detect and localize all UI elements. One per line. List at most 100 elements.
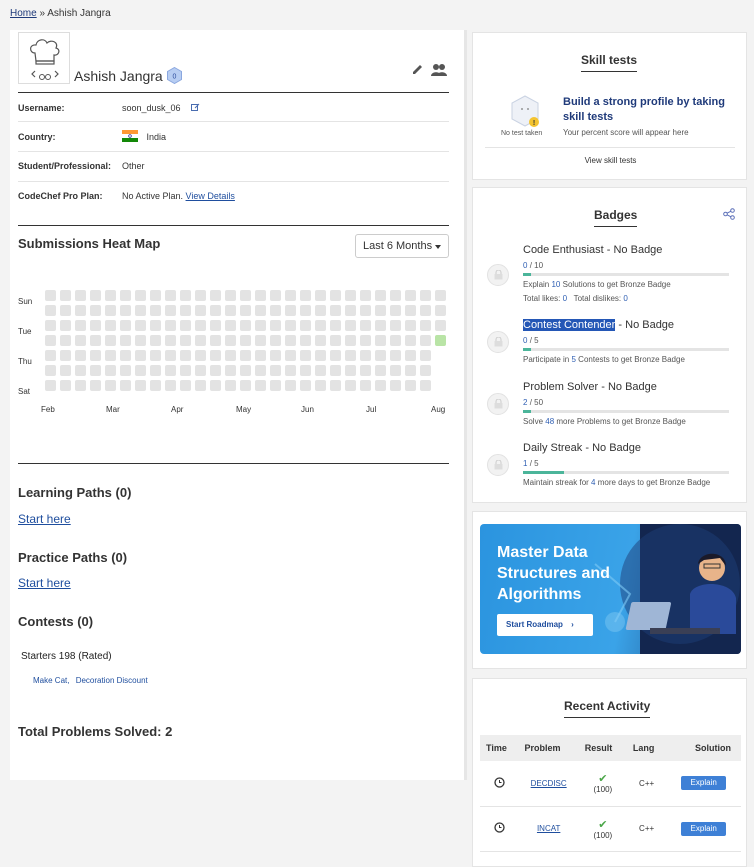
heatmap-cell[interactable] (435, 305, 446, 316)
heatmap-cell[interactable] (195, 365, 206, 376)
heatmap-cell[interactable] (195, 305, 206, 316)
heatmap-cell[interactable] (75, 305, 86, 316)
heatmap-cell[interactable] (300, 365, 311, 376)
edit-profile-icon[interactable] (411, 63, 424, 79)
breadcrumb-home-link[interactable]: Home (10, 8, 37, 19)
heatmap-cell[interactable] (120, 305, 131, 316)
heatmap-cell[interactable] (90, 320, 101, 331)
heatmap-cell[interactable] (420, 305, 431, 316)
heatmap-cell[interactable] (180, 350, 191, 361)
dsa-promo-banner[interactable]: Master Data Structures and Algorithms St… (480, 524, 741, 654)
heatmap-cell[interactable] (90, 290, 101, 301)
view-skill-tests-link[interactable]: View skill tests (473, 156, 748, 165)
heatmap-cell[interactable] (240, 290, 251, 301)
heatmap-cell[interactable] (165, 305, 176, 316)
heatmap-cell[interactable] (315, 335, 326, 346)
heatmap-cell[interactable] (105, 350, 116, 361)
heatmap-cell[interactable] (210, 365, 221, 376)
heatmap-cell[interactable] (195, 350, 206, 361)
heatmap-cell[interactable] (405, 335, 416, 346)
heatmap-cell[interactable] (375, 305, 386, 316)
heatmap-cell[interactable] (360, 365, 371, 376)
heatmap-cell[interactable] (150, 350, 161, 361)
heatmap-cell[interactable] (330, 305, 341, 316)
heatmap-cell[interactable] (180, 365, 191, 376)
heatmap-cell[interactable] (270, 290, 281, 301)
heatmap-cell[interactable] (435, 290, 446, 301)
heatmap-cell[interactable] (75, 335, 86, 346)
heatmap-cell[interactable] (360, 290, 371, 301)
heatmap-cell[interactable] (195, 320, 206, 331)
heatmap-cell[interactable] (255, 290, 266, 301)
heatmap-cell[interactable] (390, 365, 401, 376)
learning-paths-start-link[interactable]: Start here (18, 512, 71, 526)
heatmap-cell[interactable] (180, 290, 191, 301)
heatmap-range-select[interactable]: Last 6 Months (355, 234, 449, 258)
heatmap-cell[interactable] (390, 335, 401, 346)
heatmap-cell[interactable] (105, 290, 116, 301)
heatmap-cell[interactable] (255, 365, 266, 376)
heatmap-cell[interactable] (60, 365, 71, 376)
heatmap-cell[interactable] (135, 380, 146, 391)
heatmap-cell[interactable] (75, 350, 86, 361)
heatmap-cell[interactable] (180, 305, 191, 316)
heatmap-cell[interactable] (405, 290, 416, 301)
heatmap-cell[interactable] (120, 290, 131, 301)
friends-icon[interactable] (431, 63, 447, 79)
heatmap-cell[interactable] (180, 380, 191, 391)
heatmap-cell[interactable] (45, 320, 56, 331)
heatmap-cell[interactable] (375, 320, 386, 331)
heatmap-cell[interactable] (225, 335, 236, 346)
contest-problem-link[interactable]: Decoration Discount (76, 676, 148, 685)
heatmap-cell[interactable] (135, 365, 146, 376)
heatmap-cell[interactable] (285, 305, 296, 316)
heatmap-cell[interactable] (405, 305, 416, 316)
heatmap-cell[interactable] (360, 380, 371, 391)
practice-paths-start-link[interactable]: Start here (18, 576, 71, 590)
heatmap-cell[interactable] (330, 380, 341, 391)
heatmap-cell[interactable] (45, 350, 56, 361)
heatmap-cell[interactable] (255, 320, 266, 331)
heatmap-cell[interactable] (285, 350, 296, 361)
heatmap-cell[interactable] (300, 335, 311, 346)
heatmap-cell[interactable] (240, 365, 251, 376)
heatmap-cell[interactable] (225, 305, 236, 316)
heatmap-cell[interactable] (90, 380, 101, 391)
heatmap-cell[interactable] (120, 335, 131, 346)
heatmap-cell[interactable] (225, 320, 236, 331)
heatmap-cell[interactable] (375, 335, 386, 346)
heatmap-cell[interactable] (165, 320, 176, 331)
heatmap-cell[interactable] (360, 320, 371, 331)
heatmap-cell[interactable] (240, 380, 251, 391)
heatmap-cell[interactable] (120, 365, 131, 376)
edit-username-icon[interactable] (191, 103, 200, 112)
heatmap-cell[interactable] (285, 290, 296, 301)
heatmap-cell[interactable] (240, 320, 251, 331)
heatmap-cell[interactable] (375, 290, 386, 301)
heatmap-cell[interactable] (285, 380, 296, 391)
heatmap-cell[interactable] (435, 335, 446, 346)
heatmap-cell[interactable] (345, 350, 356, 361)
heatmap-cell[interactable] (75, 290, 86, 301)
contest-problem-link[interactable]: Make Cat, (33, 676, 69, 685)
heatmap-cell[interactable] (75, 365, 86, 376)
heatmap-cell[interactable] (315, 290, 326, 301)
heatmap-cell[interactable] (150, 290, 161, 301)
view-details-link[interactable]: View Details (186, 191, 235, 201)
heatmap-cell[interactable] (225, 365, 236, 376)
heatmap-cell[interactable] (375, 365, 386, 376)
heatmap-cell[interactable] (90, 305, 101, 316)
heatmap-cell[interactable] (90, 335, 101, 346)
heatmap-cell[interactable] (330, 365, 341, 376)
heatmap-cell[interactable] (105, 335, 116, 346)
heatmap-cell[interactable] (390, 350, 401, 361)
heatmap-cell[interactable] (345, 290, 356, 301)
heatmap-cell[interactable] (345, 305, 356, 316)
heatmap-cell[interactable] (210, 290, 221, 301)
heatmap-cell[interactable] (60, 335, 71, 346)
heatmap-cell[interactable] (60, 305, 71, 316)
heatmap-cell[interactable] (390, 380, 401, 391)
clock-icon[interactable] (494, 777, 505, 788)
heatmap-cell[interactable] (375, 350, 386, 361)
heatmap-cell[interactable] (375, 380, 386, 391)
